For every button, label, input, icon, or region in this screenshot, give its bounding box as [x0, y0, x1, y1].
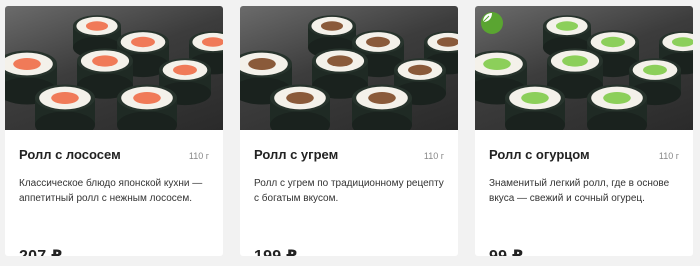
product-card-salmon-roll[interactable]: Ролл с лососем 110 г Классическое блюдо … [5, 6, 223, 256]
product-description: Ролл с угрем по традиционному рецепту с … [254, 178, 444, 204]
product-description: Классическое блюдо японской кухни — аппе… [19, 178, 203, 204]
product-title[interactable]: Ролл с огурцом [489, 147, 590, 162]
cucumber-roll-photo[interactable] [475, 6, 693, 130]
product-weight: 110 г [423, 151, 444, 161]
product-weight: 110 г [188, 151, 209, 161]
product-description: Знаменитый легкий ролл, где в основе вку… [489, 178, 670, 204]
product-card-eel-roll[interactable]: Ролл с угрем 110 г Ролл с угрем по тради… [240, 6, 458, 256]
leaf-icon [481, 12, 503, 34]
product-title[interactable]: Ролл с лососем [19, 147, 121, 162]
product-price: 199 ₽ [254, 246, 297, 256]
salmon-roll-photo[interactable] [5, 6, 223, 130]
eel-roll-photo[interactable] [240, 6, 458, 130]
roll-illustration [5, 15, 223, 130]
product-card-cucumber-roll[interactable]: Ролл с огурцом 110 г Знаменитый легкий р… [475, 6, 693, 256]
product-weight: 110 г [658, 151, 679, 161]
roll-illustration [475, 15, 693, 130]
product-title[interactable]: Ролл с угрем [254, 147, 338, 162]
product-grid: Ролл с лососем 110 г Классическое блюдо … [0, 0, 700, 266]
roll-illustration [240, 15, 458, 130]
product-price: 207 ₽ [19, 246, 62, 256]
product-price: 99 ₽ [489, 246, 523, 256]
